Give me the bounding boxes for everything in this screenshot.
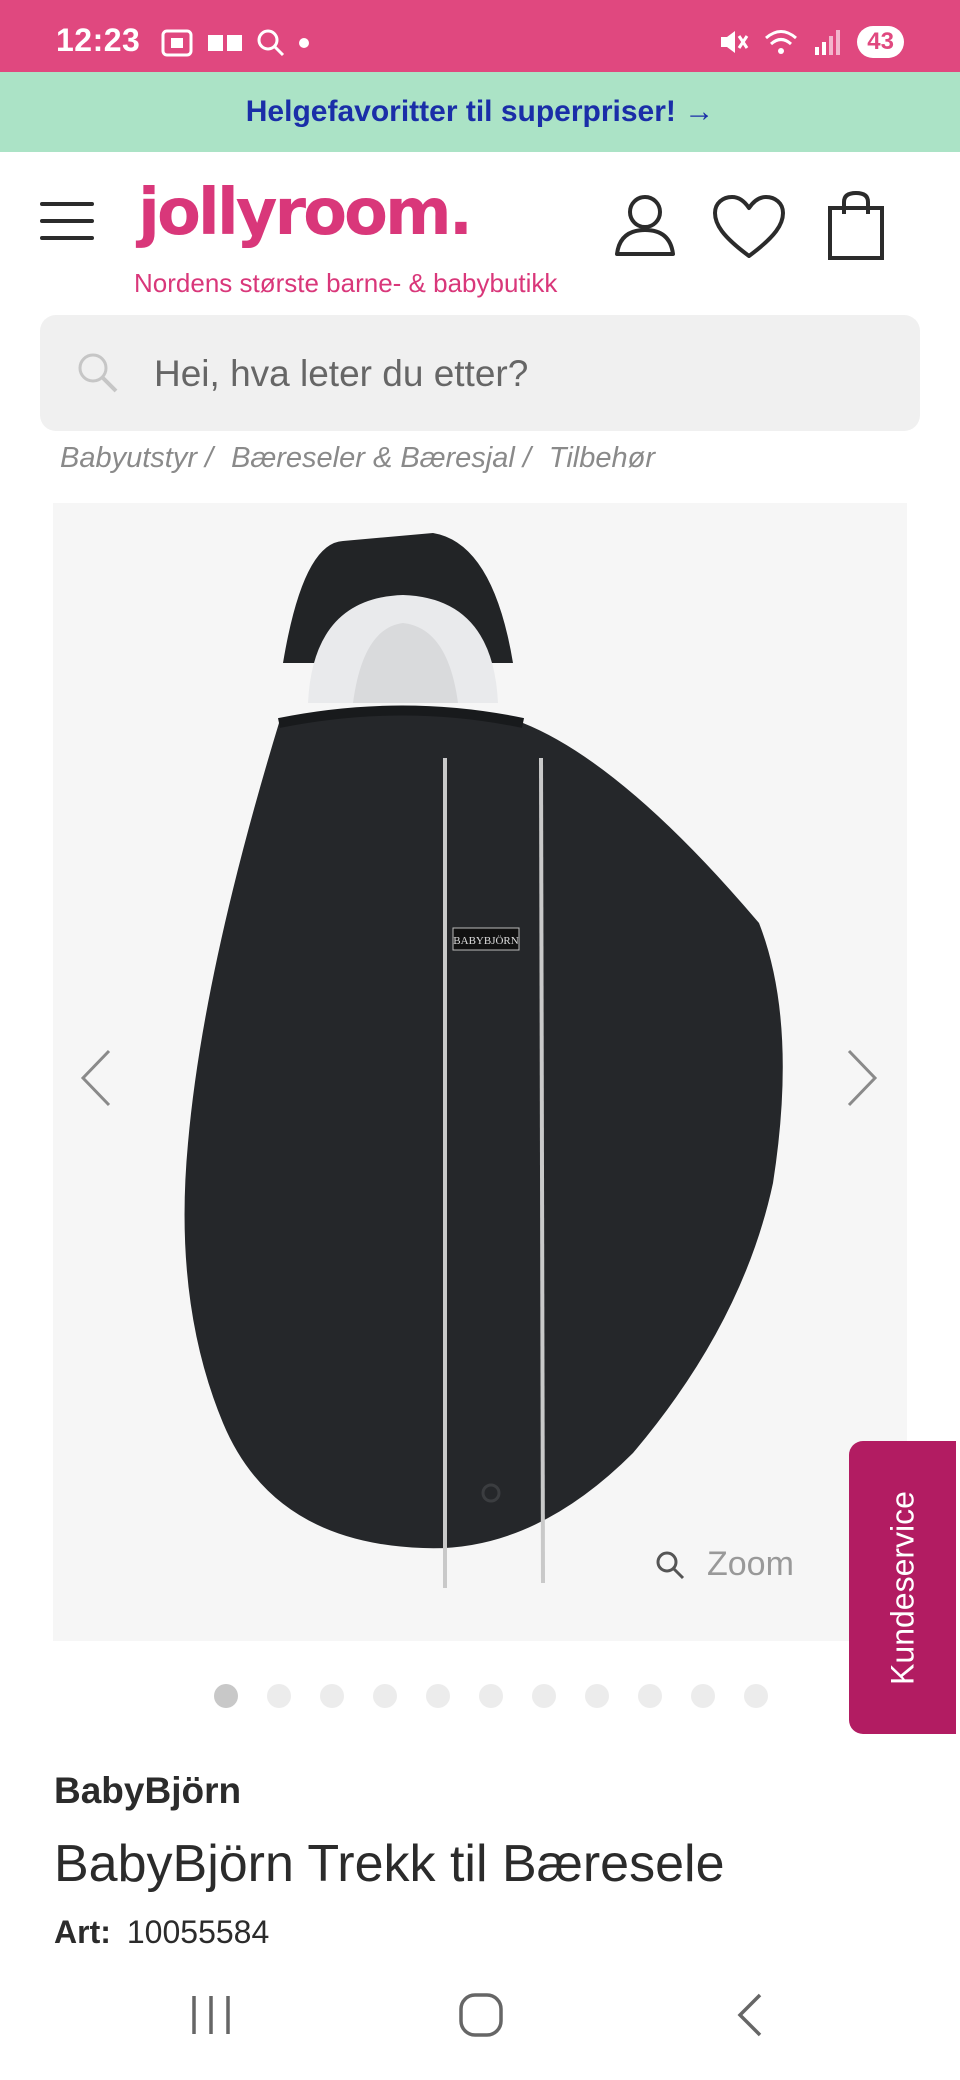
breadcrumb-baereseler[interactable]: Bæreseler & Bæresjal / — [231, 442, 531, 475]
search-icon — [78, 353, 118, 393]
account-icon[interactable] — [612, 192, 678, 258]
hamburger-line — [40, 236, 94, 240]
cart-bag-icon[interactable] — [826, 190, 886, 262]
customer-service-tab[interactable]: Kundeservice — [849, 1441, 956, 1734]
back-icon[interactable] — [730, 1990, 770, 2040]
gallery-dot[interactable] — [214, 1684, 238, 1708]
gallery-dot[interactable] — [638, 1684, 662, 1708]
search-bar[interactable]: Hei, hva leter du etter? — [40, 315, 920, 431]
article-number: 10055584 — [126, 1914, 270, 1950]
gallery-pagination — [214, 1684, 768, 1708]
system-nav-bar — [0, 1960, 960, 2080]
status-time: 12:23 — [56, 22, 141, 58]
screenshot-icon — [161, 29, 193, 57]
search-input[interactable]: Hei, hva leter du etter? — [154, 353, 528, 395]
gallery-dot[interactable] — [691, 1684, 715, 1708]
product-article-number: Art: 10055584 — [54, 1914, 269, 1951]
site-logo[interactable]: jollyroom. — [138, 176, 473, 250]
product-brand-label: BABYBJÖRN — [453, 935, 518, 947]
status-bar: 12:23 43 — [0, 0, 960, 72]
dot-icon — [299, 38, 309, 48]
battery-indicator: 43 — [857, 26, 904, 58]
recent-apps-icon[interactable] — [186, 1990, 236, 2040]
hamburger-line — [40, 202, 94, 206]
zoom-icon — [656, 1551, 685, 1579]
site-tagline: Nordens største barne- & babybutikk — [134, 268, 558, 298]
gallery-dot[interactable] — [532, 1684, 556, 1708]
gallery-dot[interactable] — [267, 1684, 291, 1708]
reading-icon — [208, 35, 242, 51]
promo-text[interactable]: Helgefavoritter til superpriser! → — [246, 95, 714, 129]
next-image-arrow-icon[interactable] — [843, 1043, 883, 1113]
product-brand[interactable]: BabyBjörn — [54, 1770, 241, 1812]
search-status-icon — [257, 29, 285, 57]
customer-service-label: Kundeservice — [884, 1490, 920, 1685]
hamburger-line — [40, 219, 94, 223]
home-icon[interactable] — [456, 1990, 506, 2040]
product-image-gallery[interactable]: BABYBJÖRN — [53, 503, 907, 1641]
gallery-dot[interactable] — [585, 1684, 609, 1708]
status-notification-icons — [160, 28, 310, 58]
gallery-dot[interactable] — [744, 1684, 768, 1708]
product-image: BABYBJÖRN — [184, 533, 783, 1588]
breadcrumb: Babyutstyr / Bæreseler & Bæresjal / Tilb… — [60, 442, 655, 475]
breadcrumb-tilbehor[interactable]: Tilbehør — [549, 442, 655, 475]
menu-button[interactable] — [40, 202, 94, 242]
prev-image-arrow-icon[interactable] — [75, 1043, 115, 1113]
wishlist-heart-icon[interactable] — [712, 194, 786, 260]
gallery-dot[interactable] — [373, 1684, 397, 1708]
gallery-dot[interactable] — [426, 1684, 450, 1708]
wifi-icon — [765, 30, 798, 54]
product-title: BabyBjörn Trekk til Bæresele — [54, 1835, 725, 1893]
mute-icon — [721, 31, 749, 53]
zoom-button[interactable]: Zoom — [655, 1545, 794, 1584]
status-system-icons: 43 — [717, 26, 904, 58]
breadcrumb-babyutstyr[interactable]: Babyutstyr / — [60, 442, 213, 475]
site-header: jollyroom. Nordens største barne- & baby… — [0, 152, 960, 302]
zoom-label: Zoom — [707, 1545, 794, 1583]
gallery-dot[interactable] — [320, 1684, 344, 1708]
promo-banner[interactable]: Helgefavoritter til superpriser! → — [0, 72, 960, 152]
article-label: Art: — [54, 1914, 111, 1950]
signal-icon — [815, 30, 841, 55]
gallery-dot[interactable] — [479, 1684, 503, 1708]
